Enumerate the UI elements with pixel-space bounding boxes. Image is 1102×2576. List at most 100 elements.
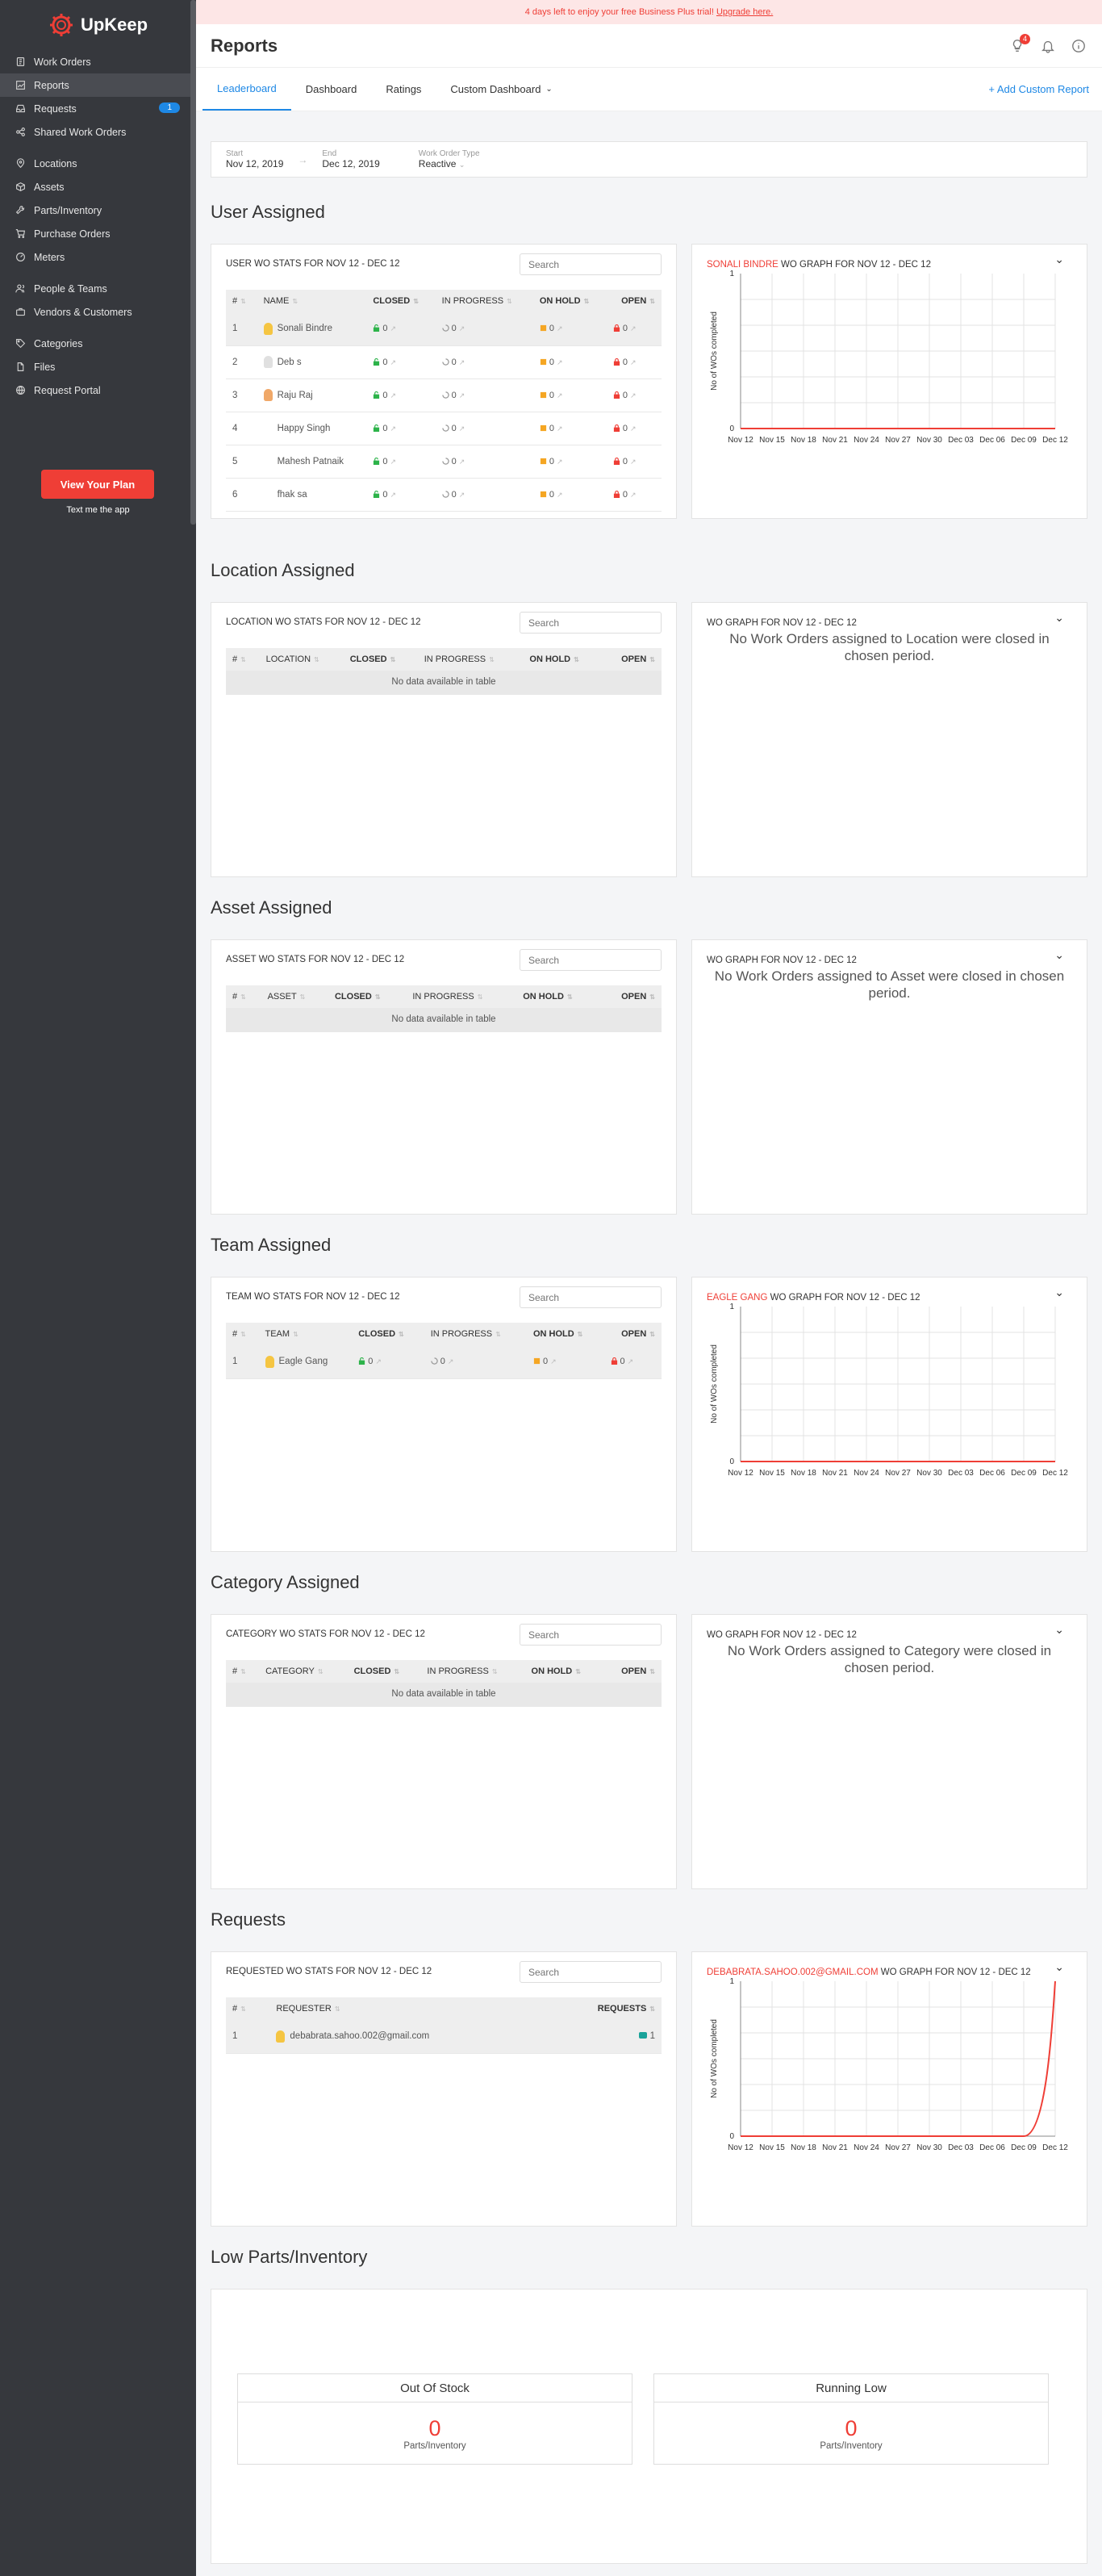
out-of-stock-box[interactable]: Out Of Stock 0 Parts/Inventory [237, 2373, 632, 2465]
tab-leaderboard[interactable]: Leaderboard [202, 68, 291, 111]
open-count[interactable]: 0 ↗ [606, 478, 662, 512]
column-header[interactable]: IN PROGRESS ⇅ [417, 648, 524, 671]
column-header[interactable]: OPEN ⇅ [599, 985, 662, 1008]
closed-count[interactable]: 0 ↗ [366, 478, 436, 512]
text-me-app-link[interactable]: Text me the app [0, 505, 196, 515]
table-search-input[interactable] [520, 949, 662, 971]
column-header[interactable]: ON HOLD ⇅ [516, 985, 600, 1008]
sidebar-item-meters[interactable]: Meters [0, 245, 196, 269]
prog-count[interactable]: 0 ↗ [435, 345, 533, 379]
sidebar-item-categories[interactable]: Categories [0, 332, 196, 355]
requests-count[interactable]: 1 [545, 2020, 662, 2054]
hold-count[interactable]: 0 ↗ [532, 445, 607, 479]
add-custom-report-link[interactable]: + Add Custom Report [982, 68, 1096, 111]
tab-ratings[interactable]: Ratings [371, 68, 436, 111]
table-row[interactable]: 3 Raju Raj 0 ↗ 0 ↗ 0 ↗ 0 ↗ [226, 378, 662, 412]
column-header[interactable]: CLOSED ⇅ [328, 985, 407, 1008]
table-search-input[interactable] [520, 1961, 662, 1983]
column-header[interactable]: IN PROGRESS ⇅ [406, 985, 517, 1008]
hold-count[interactable]: 0 ↗ [532, 478, 607, 512]
open-count[interactable]: 0 ↗ [606, 445, 662, 479]
name-cell[interactable]: Raju Raj [257, 378, 367, 412]
closed-count[interactable]: 0 ↗ [366, 345, 436, 379]
table-search-input[interactable] [520, 1286, 662, 1308]
prog-count[interactable]: 0 ↗ [435, 412, 533, 445]
hold-count[interactable]: 0 ↗ [526, 1345, 604, 1379]
column-header[interactable]: CLOSED ⇅ [352, 1323, 424, 1345]
tab-dashboard[interactable]: Dashboard [291, 68, 372, 111]
column-header[interactable]: LOCATION ⇅ [259, 648, 344, 671]
column-header[interactable]: # ⇅ [226, 1323, 259, 1345]
work-order-type-filter[interactable]: Work Order Type Reactive ⌄ [419, 149, 480, 169]
column-header[interactable]: OPEN ⇅ [606, 290, 662, 312]
sidebar-item-request-portal[interactable]: Request Portal [0, 378, 196, 402]
column-header[interactable]: ON HOLD ⇅ [524, 1660, 603, 1683]
column-header[interactable]: # ⇅ [226, 1660, 260, 1683]
sidebar-item-locations[interactable]: Locations [0, 152, 196, 175]
open-count[interactable]: 0 ↗ [606, 412, 662, 445]
column-header[interactable]: # ⇅ [226, 290, 257, 312]
name-cell[interactable]: Eagle Gang [258, 1345, 353, 1379]
table-search-input[interactable] [520, 253, 662, 275]
sidebar-item-files[interactable]: Files [0, 355, 196, 378]
sidebar-item-work-orders[interactable]: Work Orders [0, 50, 196, 73]
column-header[interactable]: # ⇅ [226, 985, 261, 1008]
table-row[interactable]: 1 Sonali Bindre 0 ↗ 0 ↗ 0 ↗ 0 ↗ [226, 312, 662, 346]
prog-count[interactable]: 0 ↗ [435, 312, 533, 346]
chevron-down-icon[interactable]: ⌄ [1054, 611, 1064, 625]
name-cell[interactable]: fhak sa [257, 478, 367, 512]
name-cell[interactable]: Happy Singh [257, 412, 367, 445]
sidebar-item-purchase-orders[interactable]: Purchase Orders [0, 222, 196, 245]
column-header[interactable]: CLOSED ⇅ [366, 290, 436, 312]
closed-count[interactable]: 0 ↗ [366, 412, 436, 445]
name-cell[interactable]: Deb s [257, 345, 367, 379]
column-header[interactable]: OPEN ⇅ [603, 1323, 662, 1345]
column-header[interactable]: NAME ⇅ [257, 290, 367, 312]
prog-count[interactable]: 0 ↗ [435, 445, 533, 479]
date-filter-bar[interactable]: Start Nov 12, 2019 → End Dec 12, 2019 Wo… [211, 141, 1087, 178]
hold-count[interactable]: 0 ↗ [532, 378, 607, 412]
column-header[interactable]: IN PROGRESS ⇅ [435, 290, 533, 312]
table-search-input[interactable] [520, 612, 662, 634]
open-count[interactable]: 0 ↗ [606, 378, 662, 412]
view-plan-button[interactable]: View Your Plan [41, 470, 154, 499]
sidebar-item-people-teams[interactable]: People & Teams [0, 277, 196, 300]
sidebar-scrollbar[interactable] [190, 0, 196, 525]
sidebar-item-reports[interactable]: Reports [0, 73, 196, 97]
column-header[interactable]: IN PROGRESS ⇅ [420, 1660, 525, 1683]
sidebar-item-shared-work-orders[interactable]: Shared Work Orders [0, 120, 196, 144]
column-header[interactable]: # ⇅ [226, 1997, 270, 2020]
column-header[interactable]: ASSET ⇅ [261, 985, 328, 1008]
table-row[interactable]: 1 debabrata.sahoo.002@gmail.com 1 [226, 2020, 662, 2054]
hold-count[interactable]: 0 ↗ [532, 412, 607, 445]
open-count[interactable]: 0 ↗ [606, 345, 662, 379]
requester-cell[interactable]: debabrata.sahoo.002@gmail.com [269, 2020, 545, 2054]
column-header[interactable]: # ⇅ [226, 648, 260, 671]
table-row[interactable]: 2 Deb s 0 ↗ 0 ↗ 0 ↗ 0 ↗ [226, 345, 662, 379]
help-icon[interactable] [1070, 37, 1087, 55]
column-header[interactable]: CLOSED ⇅ [343, 648, 418, 671]
closed-count[interactable]: 0 ↗ [366, 312, 436, 346]
column-header[interactable]: OPEN ⇅ [603, 1660, 662, 1683]
sidebar-item-parts-inventory[interactable]: Parts/Inventory [0, 199, 196, 222]
column-header[interactable]: CATEGORY ⇅ [259, 1660, 348, 1683]
column-header[interactable]: ON HOLD ⇅ [523, 648, 603, 671]
column-header[interactable]: ON HOLD ⇅ [526, 1323, 604, 1345]
open-count[interactable]: 0 ↗ [603, 1345, 662, 1379]
prog-count[interactable]: 0 ↗ [435, 378, 533, 412]
column-header[interactable]: TEAM ⇅ [258, 1323, 353, 1345]
closed-count[interactable]: 0 ↗ [366, 378, 436, 412]
table-row[interactable]: 5 Mahesh Patnaik 0 ↗ 0 ↗ 0 ↗ 0 ↗ [226, 445, 662, 479]
column-header[interactable]: REQUESTER ⇅ [269, 1997, 545, 2020]
upgrade-link[interactable]: Upgrade here. [716, 7, 773, 17]
table-row[interactable]: 6 fhak sa 0 ↗ 0 ↗ 0 ↗ 0 ↗ [226, 478, 662, 512]
end-date-filter[interactable]: End Dec 12, 2019 [322, 149, 379, 169]
open-count[interactable]: 0 ↗ [606, 312, 662, 346]
tab-custom-dashboard[interactable]: Custom Dashboard ⌄ [436, 68, 566, 111]
start-date-filter[interactable]: Start Nov 12, 2019 [226, 149, 283, 169]
chevron-down-icon[interactable]: ⌄ [1054, 948, 1064, 962]
table-row[interactable]: 1 Eagle Gang 0 ↗ 0 ↗ 0 ↗ 0 ↗ [226, 1345, 662, 1379]
table-search-input[interactable] [520, 1624, 662, 1646]
column-header[interactable]: ON HOLD ⇅ [532, 290, 607, 312]
prog-count[interactable]: 0 ↗ [424, 1345, 527, 1379]
